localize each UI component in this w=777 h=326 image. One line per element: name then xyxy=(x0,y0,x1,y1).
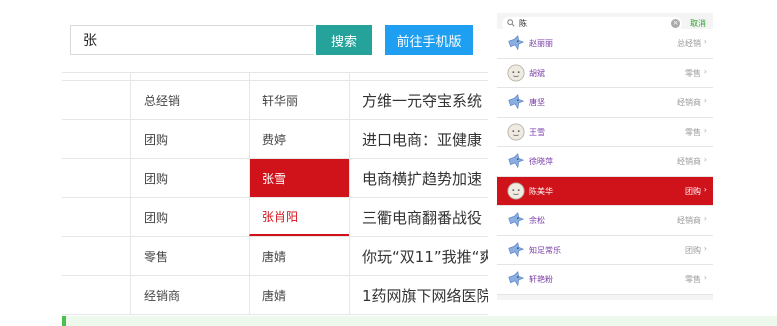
chevron-right-icon: › xyxy=(703,273,707,282)
chevron-right-icon: › xyxy=(703,125,707,135)
mobile-list-item[interactable]: 陈美华 团购 › xyxy=(497,176,713,206)
notice-accent xyxy=(62,316,66,326)
table-row[interactable]: 零售 唐婧 你玩“双11”我推“爽 xyxy=(62,237,488,276)
chevron-right-icon: › xyxy=(703,214,707,223)
title-cell[interactable]: 方维一元夺宝系统 xyxy=(349,81,488,119)
mobile-item-role: 总经销 xyxy=(677,39,701,48)
bird-avatar-icon xyxy=(507,152,525,170)
role-cell: 总经销 xyxy=(130,81,249,119)
mobile-item-role: 零售 xyxy=(685,275,701,284)
chevron-right-icon: › xyxy=(703,37,707,46)
role-cell: 团购 xyxy=(130,120,249,158)
title-cell[interactable]: 你玩“双11”我推“爽 xyxy=(349,237,488,275)
search-button[interactable]: 搜索 xyxy=(316,25,372,55)
name-cell[interactable]: 轩华丽 xyxy=(249,81,349,119)
bird-avatar-icon xyxy=(507,34,525,52)
mobile-list-item[interactable]: 知足常乐 团购 › xyxy=(497,235,713,265)
mobile-item-name: 王雪 xyxy=(529,127,545,137)
mobile-list-item[interactable]: 胡斌 零售 › xyxy=(497,58,713,88)
name-cell-highlight[interactable]: 张肖阳 xyxy=(249,198,349,236)
mobile-cancel-button[interactable]: 取消 xyxy=(690,18,706,29)
mobile-item-name: 陈美华 xyxy=(529,186,553,196)
chevron-right-icon: › xyxy=(703,155,707,164)
face-avatar-icon xyxy=(507,122,525,141)
go-mobile-button[interactable]: 前往手机版 xyxy=(385,25,473,55)
role-cell: 团购 xyxy=(130,198,249,236)
mobile-list-item[interactable]: 赵丽丽 总经销 › xyxy=(497,29,713,59)
title-cell[interactable]: 电商横扩趋势加速 xyxy=(349,159,488,197)
mobile-item-name: 赵丽丽 xyxy=(529,39,553,48)
mobile-list-item[interactable]: 轩艳粉 零售 › xyxy=(497,265,713,295)
name-cell[interactable]: 唐婧 xyxy=(249,276,349,314)
role-cell: 团购 xyxy=(130,159,249,197)
face-avatar-icon xyxy=(507,181,525,200)
mobile-list-item[interactable]: 王雪 零售 › xyxy=(497,117,713,147)
table-header-cell xyxy=(249,73,349,80)
chevron-right-icon: › xyxy=(703,96,707,105)
notice-bar xyxy=(62,316,777,326)
name-cell[interactable]: 费婷 xyxy=(249,120,349,158)
mobile-search-value: 陈 xyxy=(519,19,527,28)
search-icon xyxy=(507,19,515,29)
table-row[interactable]: 经销商 唐婧 1药网旗下网络医院 xyxy=(62,276,488,315)
mobile-list-item[interactable]: 徐晓萍 经销商 › xyxy=(497,147,713,177)
mobile-item-name: 胡斌 xyxy=(529,68,545,78)
mobile-item-name: 唐坚 xyxy=(529,98,545,107)
table-row[interactable]: 团购 张肖阳 三衢电商翻番战役 xyxy=(62,198,488,237)
mobile-item-name: 知足常乐 xyxy=(529,245,561,255)
mobile-item-role: 团购 xyxy=(685,186,701,196)
mobile-item-name: 轩艳粉 xyxy=(529,275,553,284)
table-header-cell xyxy=(349,73,488,80)
role-cell: 零售 xyxy=(130,237,249,275)
mobile-item-role: 经销商 xyxy=(677,216,701,225)
mobile-contact-list: 赵丽丽 总经销 › 胡斌 零售 › 唐坚 经销商 › 王雪 零售 › 徐晓萍 经销商 › 陈美华 团购 › 余松 经销… xyxy=(497,29,713,295)
mobile-item-name: 余松 xyxy=(529,216,545,225)
bird-avatar-icon xyxy=(507,93,525,111)
title-cell[interactable]: 三衢电商翻番战役 xyxy=(349,198,488,236)
table-row[interactable]: 总经销 轩华丽 方维一元夺宝系统 xyxy=(62,81,488,120)
title-cell[interactable]: 进口电商：亚健康 xyxy=(349,120,488,158)
table-header-cell xyxy=(130,73,249,80)
face-avatar-icon xyxy=(507,63,525,82)
results-table: 总经销 轩华丽 方维一元夺宝系统 团购 费婷 进口电商：亚健康 团购 张雪 电商… xyxy=(62,72,488,315)
chevron-right-icon: › xyxy=(703,66,707,76)
name-cell-selected[interactable]: 张雪 xyxy=(249,159,349,197)
mobile-item-role: 经销商 xyxy=(677,98,701,107)
bird-avatar-icon xyxy=(507,241,525,259)
mobile-list-item[interactable]: 余松 经销商 › xyxy=(497,206,713,236)
mobile-item-role: 团购 xyxy=(685,245,701,255)
title-cell[interactable]: 1药网旗下网络医院 xyxy=(349,276,488,314)
mobile-item-role: 经销商 xyxy=(677,157,701,166)
bird-avatar-icon xyxy=(507,270,525,288)
clear-icon[interactable]: × xyxy=(671,19,680,28)
name-cell[interactable]: 唐婧 xyxy=(249,237,349,275)
mobile-preview: 陈 × 取消 赵丽丽 总经销 › 胡斌 零售 › 唐坚 经销商 › 王雪 零售 › 徐晓萍 经销商 › 陈美华… xyxy=(497,13,713,300)
table-header-row xyxy=(62,72,488,81)
table-row[interactable]: 团购 费婷 进口电商：亚健康 xyxy=(62,120,488,159)
chevron-right-icon: › xyxy=(703,184,707,194)
role-cell: 经销商 xyxy=(130,276,249,314)
chevron-right-icon: › xyxy=(703,243,707,253)
table-row[interactable]: 团购 张雪 电商横扩趋势加速 xyxy=(62,159,488,198)
mobile-item-role: 零售 xyxy=(685,127,701,137)
bird-avatar-icon xyxy=(507,211,525,229)
search-input[interactable] xyxy=(70,25,314,55)
mobile-item-name: 徐晓萍 xyxy=(529,157,553,166)
mobile-item-role: 零售 xyxy=(685,68,701,78)
mobile-list-item[interactable]: 唐坚 经销商 › xyxy=(497,88,713,118)
